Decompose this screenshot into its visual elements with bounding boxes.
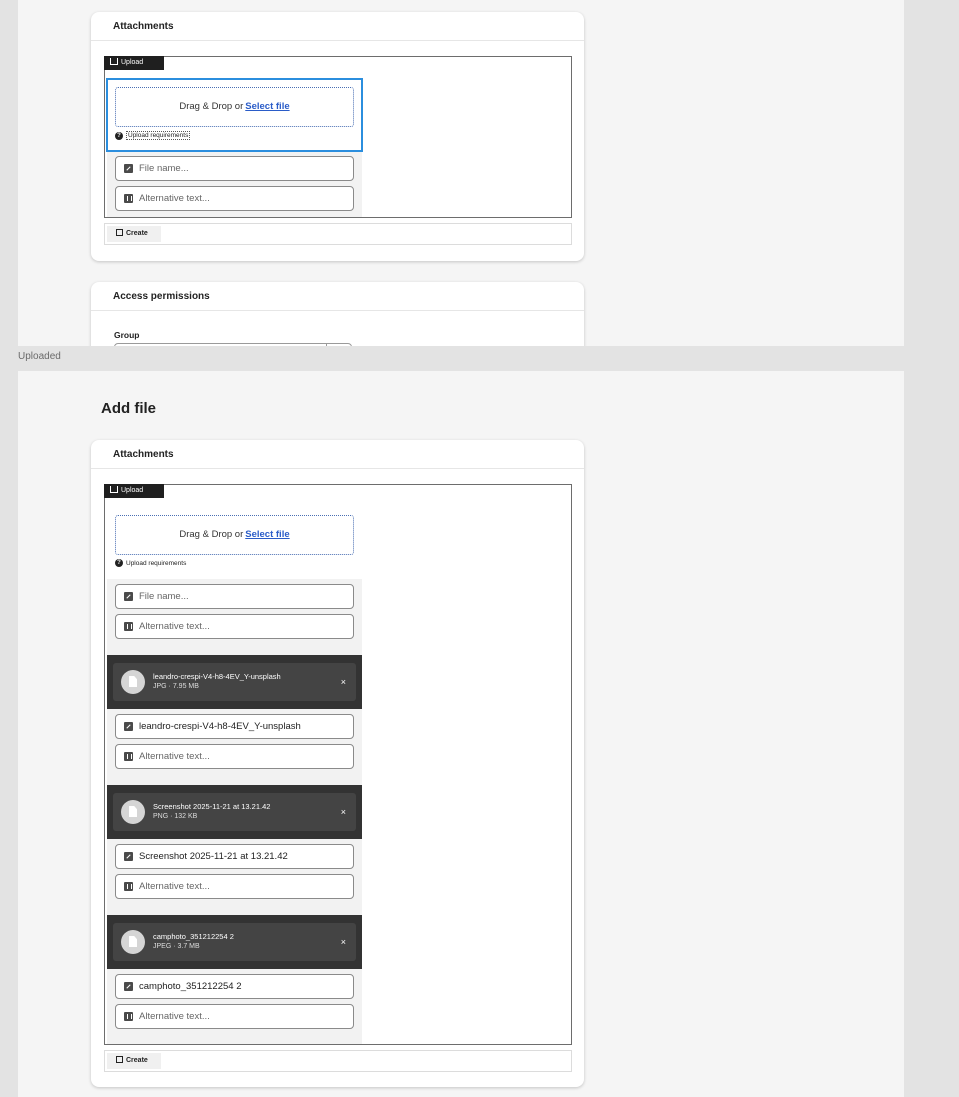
drop-area: Drag & Drop or Select file ? Upload requir… xyxy=(106,78,363,152)
create-button[interactable]: Create xyxy=(107,1053,161,1069)
file-meta: JPG · 7.95 MB xyxy=(153,683,199,690)
attachments-card: Attachments Upload Drag & Drop or Select … xyxy=(91,12,584,261)
document-icon xyxy=(121,930,145,954)
accessibility-icon xyxy=(124,752,133,761)
alt-text-input[interactable]: Alternative text... xyxy=(115,614,354,639)
group-select[interactable] xyxy=(114,343,352,346)
document-icon xyxy=(121,800,145,824)
edit-icon xyxy=(124,722,133,731)
file-meta: PNG · 132 KB xyxy=(153,813,198,820)
select-file-link[interactable]: Select file xyxy=(245,529,289,540)
remove-file-icon[interactable]: × xyxy=(341,937,346,947)
file-title: camphoto_351212254 2 xyxy=(153,932,234,941)
dropzone[interactable]: Drag & Drop or Select file xyxy=(115,87,354,127)
attachments-card: Attachments Upload Drag & Drop or Select … xyxy=(91,440,584,1087)
uploaded-file: leandro-crespi-V4-h8-4EV_Y-unsplash JPG … xyxy=(107,655,362,777)
edit-icon xyxy=(124,982,133,991)
new-file-fields: File name... Alternative text... xyxy=(107,151,362,219)
edit-icon xyxy=(116,1056,123,1063)
card-title: Attachments xyxy=(91,12,584,41)
create-row: Create xyxy=(104,223,572,245)
question-icon: ? xyxy=(115,559,123,567)
edit-icon xyxy=(116,229,123,236)
upload-column: Drag & Drop or Select file ? Upload requir… xyxy=(107,507,362,1044)
file-name-input[interactable]: File name... xyxy=(115,156,354,181)
upload-requirements[interactable]: ? Upload requirements xyxy=(115,131,354,140)
drop-area: Drag & Drop or Select file ? Upload requir… xyxy=(107,507,362,579)
select-file-link[interactable]: Select file xyxy=(245,101,289,112)
screen-frame-uploaded: Add file Attachments Upload Drag & Drop … xyxy=(18,371,904,1097)
uploaded-file: camphoto_351212254 2 JPEG · 3.7 MB × cam… xyxy=(107,915,362,1037)
dropzone[interactable]: Drag & Drop or Select file xyxy=(115,515,354,555)
upload-tag: Upload xyxy=(104,56,164,70)
upload-column: Drag & Drop or Select file ? Upload requir… xyxy=(106,78,363,219)
create-button[interactable]: Create xyxy=(107,226,161,242)
alt-text-input[interactable]: Alternative text... xyxy=(115,744,354,769)
upload-panel: Upload Drag & Drop or Select file ? Upload… xyxy=(104,56,572,218)
file-name-input[interactable]: File name... xyxy=(115,584,354,609)
edit-icon xyxy=(124,164,133,173)
upload-icon xyxy=(110,486,118,493)
accessibility-icon xyxy=(124,622,133,631)
file-card: Screenshot 2025-11-21 at 13.21.42 PNG · … xyxy=(107,785,362,839)
question-icon: ? xyxy=(115,131,123,140)
alt-text-input[interactable]: Alternative text... xyxy=(115,874,354,899)
accessibility-icon xyxy=(124,194,133,203)
edit-icon xyxy=(124,592,133,601)
card-title: Access permissions xyxy=(91,282,584,311)
file-title: Screenshot 2025-11-21 at 13.21.42 xyxy=(153,802,271,811)
group-label: Group xyxy=(114,330,140,340)
file-meta: JPEG · 3.7 MB xyxy=(153,943,200,950)
screen-frame-default: Attachments Upload Drag & Drop or Select … xyxy=(18,0,904,346)
card-title: Attachments xyxy=(91,440,584,469)
file-card: camphoto_351212254 2 JPEG · 3.7 MB × xyxy=(107,915,362,969)
page-title: Add file xyxy=(101,400,156,417)
new-file-fields: File name... Alternative text... xyxy=(107,579,362,647)
alt-text-input[interactable]: Alternative text... xyxy=(115,1004,354,1029)
upload-panel: Upload Drag & Drop or Select file ? Upload… xyxy=(104,484,572,1045)
uploaded-file: Screenshot 2025-11-21 at 13.21.42 PNG · … xyxy=(107,785,362,907)
upload-requirements[interactable]: ? Upload requirements xyxy=(115,559,354,567)
remove-file-icon[interactable]: × xyxy=(341,677,346,687)
document-icon xyxy=(121,670,145,694)
access-permissions-card: Access permissions Group xyxy=(91,282,584,346)
file-name-input[interactable]: camphoto_351212254 2 xyxy=(115,974,354,999)
file-name-input[interactable]: Screenshot 2025-11-21 at 13.21.42 xyxy=(115,844,354,869)
upload-icon xyxy=(110,58,118,65)
remove-file-icon[interactable]: × xyxy=(341,807,346,817)
alt-text-input[interactable]: Alternative text... xyxy=(115,186,354,211)
file-card: leandro-crespi-V4-h8-4EV_Y-unsplash JPG … xyxy=(107,655,362,709)
edit-icon xyxy=(124,852,133,861)
create-row: Create xyxy=(104,1050,572,1072)
frame-label: Uploaded xyxy=(18,351,61,362)
accessibility-icon xyxy=(124,1012,133,1021)
accessibility-icon xyxy=(124,882,133,891)
file-name-input[interactable]: leandro-crespi-V4-h8-4EV_Y-unsplash xyxy=(115,714,354,739)
upload-tag: Upload xyxy=(104,484,164,498)
file-title: leandro-crespi-V4-h8-4EV_Y-unsplash xyxy=(153,672,281,681)
